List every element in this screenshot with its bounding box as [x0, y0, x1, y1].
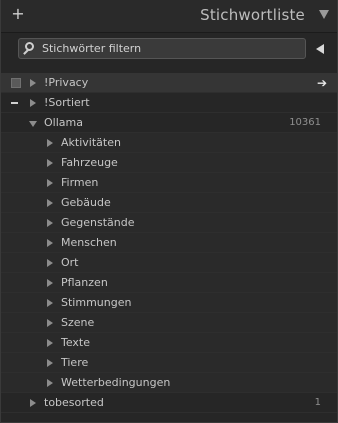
keyword-label: Pflanzen — [61, 276, 108, 289]
checkbox-icon[interactable] — [11, 78, 21, 88]
keyword-label: Firmen — [61, 176, 99, 189]
keyword-row-tobesorted[interactable]: tobesorted 1 — [1, 393, 337, 413]
keyword-tree: !Privacy ➔ !Sortiert Ollama 10361 Aktivi… — [1, 73, 337, 413]
keyword-row-privacy[interactable]: !Privacy ➔ — [1, 73, 337, 93]
disclosure-triangle-icon[interactable] — [30, 79, 36, 87]
keyword-label: Ollama — [44, 116, 83, 129]
keyword-row[interactable]: Aktivitäten — [1, 133, 337, 153]
keyword-label: Tiere — [61, 356, 89, 369]
disclosure-triangle-icon[interactable] — [47, 359, 53, 367]
keyword-label: tobesorted — [44, 396, 104, 409]
keyword-label: Gegenstände — [61, 216, 135, 229]
disclosure-triangle-icon[interactable] — [30, 99, 36, 107]
disclosure-triangle-icon[interactable] — [47, 379, 53, 387]
arrow-right-icon[interactable]: ➔ — [317, 77, 329, 89]
keyword-row[interactable]: Firmen — [1, 173, 337, 193]
panel-title: Stichwortliste — [200, 6, 305, 24]
keyword-row[interactable]: Menschen — [1, 233, 337, 253]
keyword-row[interactable]: Szene — [1, 313, 337, 333]
panel-header[interactable]: + Stichwortliste — [1, 0, 337, 33]
keyword-row[interactable]: Gebäude — [1, 193, 337, 213]
keyword-label: Stimmungen — [61, 296, 132, 309]
keyword-label: !Sortiert — [44, 96, 90, 109]
keyword-row[interactable]: Tiere — [1, 353, 337, 373]
keyword-row[interactable]: Wetterbedingungen — [1, 373, 337, 393]
partial-checkbox-icon[interactable] — [11, 102, 18, 104]
plus-icon[interactable]: + — [11, 6, 25, 22]
disclosure-triangle-icon[interactable] — [47, 339, 53, 347]
keyword-row[interactable]: Texte — [1, 333, 337, 353]
disclosure-triangle-icon[interactable] — [47, 239, 53, 247]
disclosure-triangle-icon[interactable] — [47, 299, 53, 307]
triangle-down-icon[interactable] — [319, 10, 329, 19]
keyword-label: Ort — [61, 256, 79, 269]
keyword-label: Texte — [61, 336, 91, 349]
disclosure-triangle-icon[interactable] — [30, 399, 36, 407]
disclosure-triangle-icon[interactable] — [47, 279, 53, 287]
keyword-row-ollama[interactable]: Ollama 10361 — [1, 113, 337, 133]
search-icon — [25, 42, 34, 51]
disclosure-triangle-icon[interactable] — [47, 139, 53, 147]
keyword-label: Gebäude — [61, 196, 111, 209]
disclosure-triangle-icon[interactable] — [47, 219, 53, 227]
keyword-label: Fahrzeuge — [61, 156, 118, 169]
keyword-label: Menschen — [61, 236, 117, 249]
keyword-label: Wetterbedingungen — [61, 376, 171, 389]
keyword-count: 1 — [314, 397, 321, 408]
disclosure-triangle-icon[interactable] — [47, 179, 53, 187]
keyword-row[interactable]: Stimmungen — [1, 293, 337, 313]
triangle-left-icon[interactable] — [316, 44, 324, 54]
filter-placeholder: Stichwörter filtern — [42, 42, 142, 55]
keyword-label: !Privacy — [44, 76, 89, 89]
keyword-list-panel: + Stichwortliste Stichwörter filtern !Pr… — [0, 0, 338, 423]
keyword-row[interactable]: Gegenstände — [1, 213, 337, 233]
keyword-count: 10361 — [289, 117, 321, 128]
disclosure-triangle-icon[interactable] — [47, 319, 53, 327]
disclosure-triangle-expanded-icon[interactable] — [29, 121, 37, 127]
keyword-row[interactable]: Ort — [1, 253, 337, 273]
disclosure-triangle-icon[interactable] — [47, 159, 53, 167]
keyword-row[interactable]: Fahrzeuge — [1, 153, 337, 173]
disclosure-triangle-icon[interactable] — [47, 259, 53, 267]
keyword-label: Szene — [61, 316, 95, 329]
keyword-label: Aktivitäten — [61, 136, 121, 149]
disclosure-triangle-icon[interactable] — [47, 199, 53, 207]
keyword-row[interactable]: Pflanzen — [1, 273, 337, 293]
keyword-row-sortiert[interactable]: !Sortiert — [1, 93, 337, 113]
keyword-filter-input[interactable]: Stichwörter filtern — [18, 38, 306, 59]
